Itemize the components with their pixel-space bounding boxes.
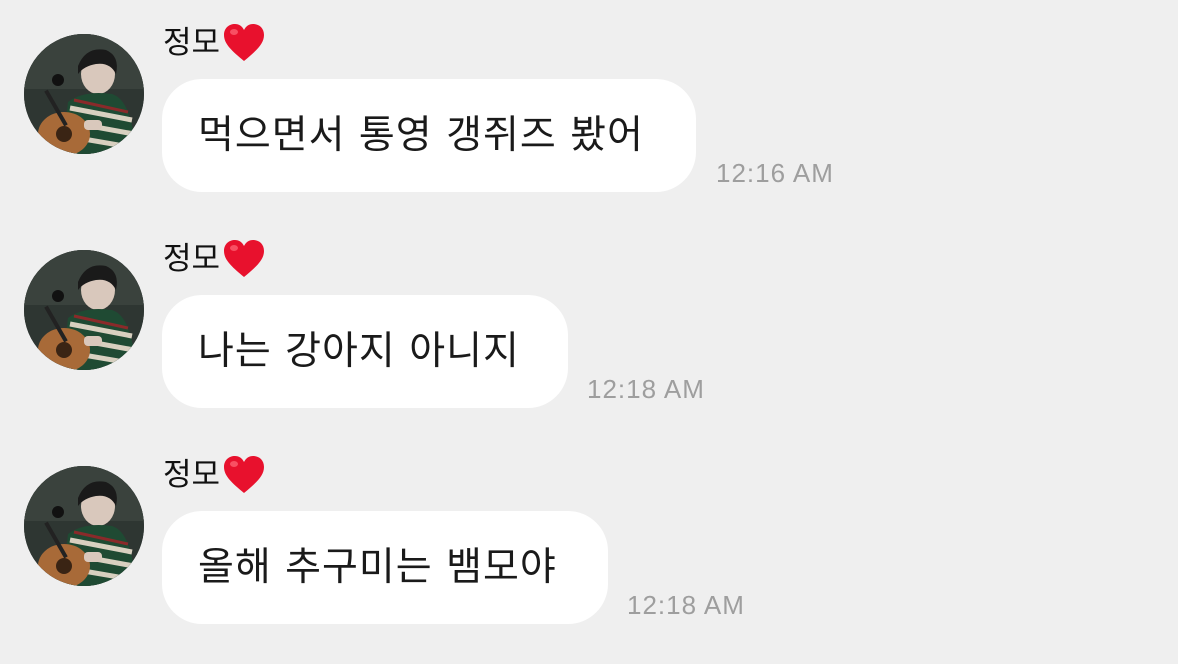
sender-header: 정모 (163, 236, 266, 282)
message-bubble[interactable]: 먹으면서 통영 갱쥐즈 봤어 (162, 79, 696, 192)
heart-icon (222, 239, 266, 279)
avatar[interactable] (24, 466, 144, 586)
avatar-image (24, 466, 144, 586)
message-timestamp: 12:18 AM (587, 374, 705, 404)
message-timestamp: 12:16 AM (716, 158, 834, 188)
heart-icon (222, 455, 266, 495)
avatar-image (24, 34, 144, 154)
message-row: 정모 먹으면서 통영 갱쥐즈 봤어 12:16 AM (0, 0, 1178, 200)
message-row: 정모 나는 강아지 아니지 12:18 AM (0, 216, 1178, 416)
avatar[interactable] (24, 250, 144, 370)
message-text: 올해 추구미는 뱀모야 (198, 545, 557, 590)
message-row: 정모 올해 추구미는 뱀모야 12:18 AM (0, 432, 1178, 632)
heart-icon (222, 23, 266, 63)
message-text: 먹으면서 통영 갱쥐즈 봤어 (198, 113, 644, 158)
avatar-image (24, 250, 144, 370)
sender-name: 정모 (163, 240, 221, 277)
message-bubble[interactable]: 나는 강아지 아니지 (162, 295, 568, 408)
message-text: 나는 강아지 아니지 (198, 329, 520, 374)
message-bubble[interactable]: 올해 추구미는 뱀모야 (162, 511, 608, 624)
avatar[interactable] (24, 34, 144, 154)
sender-header: 정모 (163, 452, 266, 498)
message-timestamp: 12:18 AM (627, 590, 745, 620)
sender-name: 정모 (163, 456, 221, 493)
sender-name: 정모 (163, 24, 221, 61)
sender-header: 정모 (163, 20, 266, 66)
chat-thread: 정모 먹으면서 통영 갱쥐즈 봤어 12:16 AM 정모 나는 강아지 아니지… (0, 0, 1178, 664)
